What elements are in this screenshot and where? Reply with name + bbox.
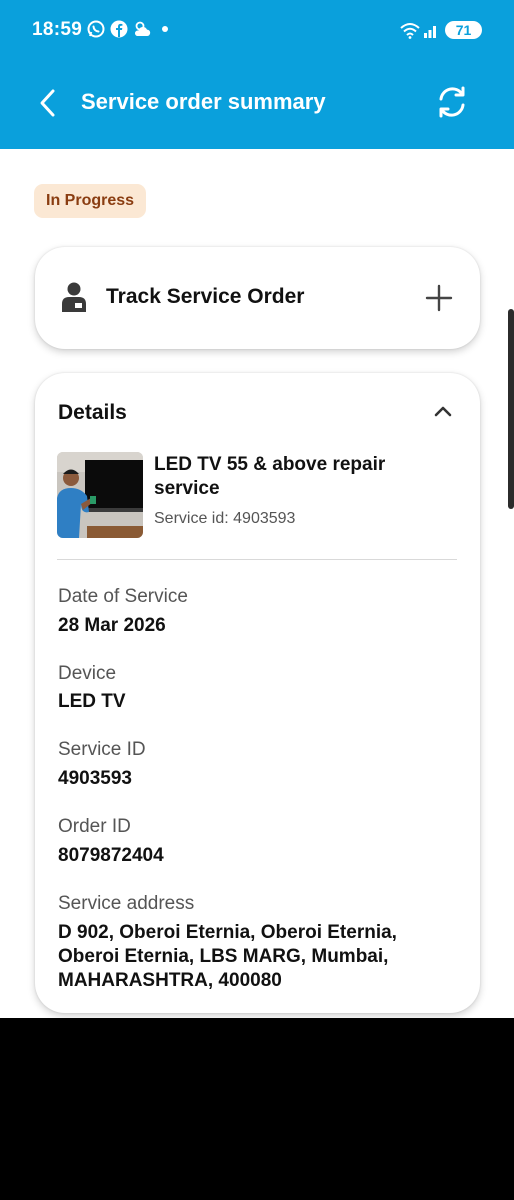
- refresh-icon[interactable]: [434, 84, 470, 120]
- plus-icon[interactable]: [425, 284, 453, 312]
- field-label-device: Device: [58, 663, 117, 684]
- whatsapp-icon: [87, 20, 105, 38]
- field-value-service-id: 4903593: [58, 768, 132, 789]
- field-value-device: LED TV: [58, 691, 126, 712]
- field-value-date: 28 Mar 2026: [58, 615, 166, 636]
- field-label-service-id: Service ID: [58, 739, 146, 760]
- signal-icon: [424, 26, 436, 38]
- facebook-icon: [110, 20, 128, 38]
- dot-icon: [162, 26, 168, 32]
- field-label-order-id: Order ID: [58, 816, 131, 837]
- field-value-address: D 902, Oberoi Eternia, Oberoi Eternia, O…: [58, 922, 397, 991]
- product-thumbnail: [57, 452, 143, 538]
- scrollbar[interactable]: [508, 309, 514, 509]
- status-badge: In Progress: [34, 184, 147, 218]
- page-title: Service order summary: [81, 89, 326, 114]
- divider: [57, 559, 457, 560]
- track-service-order-title: Track Service Order: [106, 285, 305, 308]
- details-card: Details LED TV 55 & above repair service…: [35, 373, 480, 1013]
- status-bar: 18:59 71: [0, 0, 514, 60]
- details-title: Details: [58, 401, 127, 424]
- field-label-address: Service address: [58, 893, 195, 914]
- app-header: 18:59 71 Service order summary: [0, 0, 514, 149]
- status-time: 18:59: [32, 19, 83, 40]
- product-service-id: Service id: 4903593: [154, 510, 296, 527]
- app-screen: 18:59 71 Service order summary In Progre…: [0, 0, 514, 1018]
- person-icon: [62, 282, 86, 312]
- product-name: LED TV 55 & above repair service: [154, 454, 386, 499]
- track-service-order-card[interactable]: Track Service Order: [35, 247, 480, 349]
- field-value-order-id: 8079872404: [58, 845, 164, 866]
- chevron-up-icon[interactable]: [433, 404, 453, 418]
- weather-icon: [134, 21, 151, 36]
- battery-indicator: 71: [445, 21, 482, 39]
- chevron-left-icon[interactable]: [36, 86, 60, 120]
- field-label-date: Date of Service: [58, 586, 188, 607]
- wifi-icon: [400, 23, 420, 39]
